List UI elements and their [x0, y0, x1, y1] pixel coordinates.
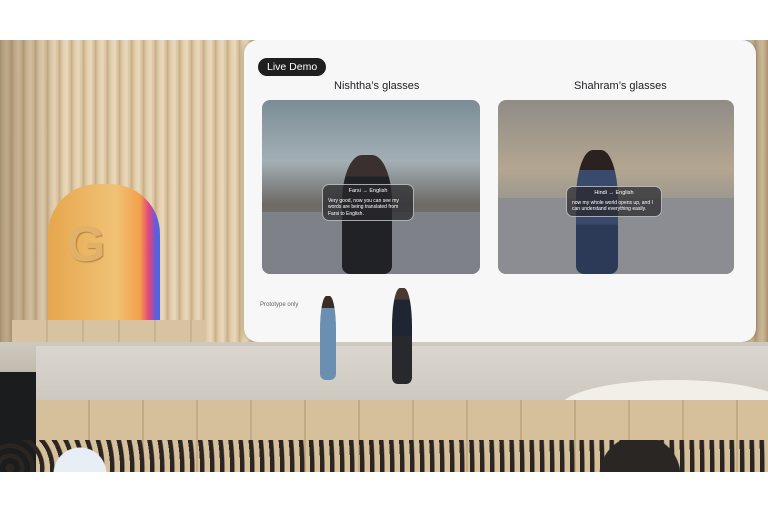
- google-g-logo: G: [66, 216, 106, 272]
- right-glasses-view: Hindi → English now my whole world opens…: [498, 100, 734, 274]
- presenter-woman: [320, 296, 336, 380]
- right-language-pair: Hindi → English: [594, 190, 634, 196]
- left-translation-bubble: Farsi → English Very good, now you can s…: [322, 184, 414, 221]
- prototype-footnote: Prototype only: [260, 302, 299, 308]
- presenter-man: [392, 288, 412, 384]
- left-panel-title: Nishtha’s glasses: [334, 80, 420, 92]
- left-glasses-view: Farsi → English Very good, now you can s…: [262, 100, 480, 274]
- live-demo-badge: Live Demo: [258, 58, 327, 76]
- presentation-screen: Live Demo Nishtha’s glasses Shahram’s gl…: [244, 40, 756, 342]
- right-panel-title: Shahram’s glasses: [574, 80, 667, 92]
- left-translation-text: Very good, now you can see my words are …: [328, 197, 399, 217]
- event-photo: G Live Demo Nishtha’s glasses Shahram’s …: [0, 40, 768, 472]
- left-language-pair: Farsi → English: [348, 188, 388, 194]
- audience-heads: [0, 440, 768, 472]
- right-translation-text: now my whole world opens up, and I can u…: [572, 199, 653, 213]
- right-translation-bubble: Hindi → English now my whole world opens…: [566, 186, 662, 217]
